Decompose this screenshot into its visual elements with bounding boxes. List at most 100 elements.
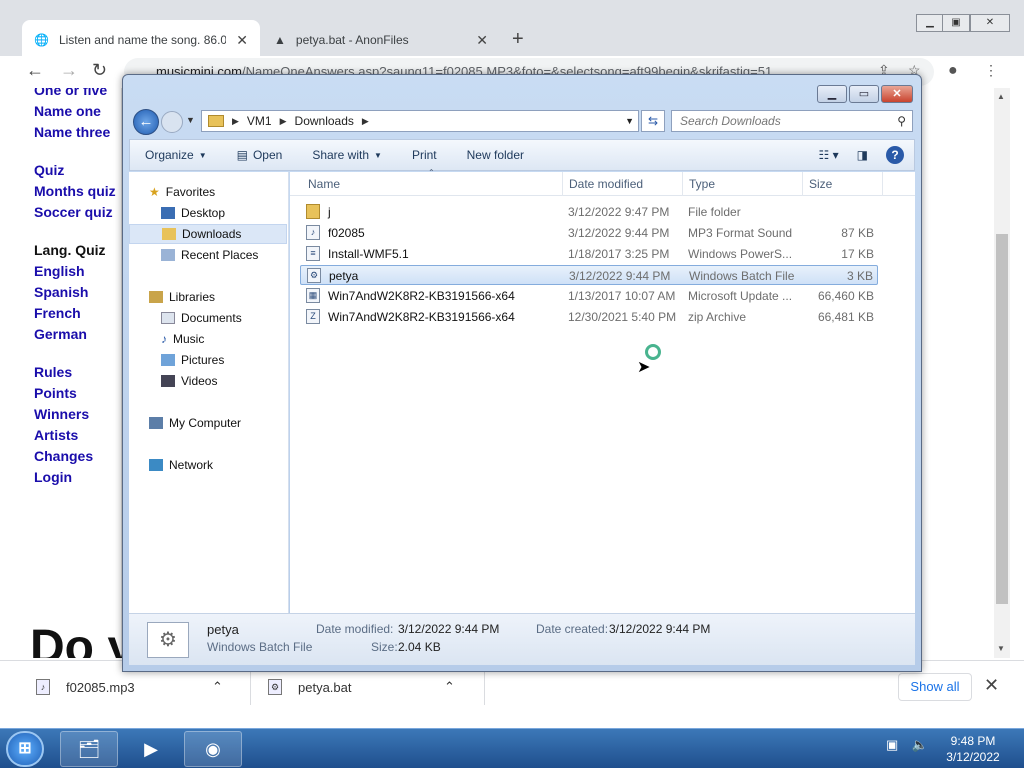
nav-downloads[interactable]: Downloads	[129, 224, 287, 244]
start-button[interactable]: ⊞	[6, 731, 44, 767]
column-date-modified[interactable]: Date modified	[569, 177, 643, 191]
chevron-down-icon[interactable]: ▼	[625, 116, 634, 126]
nav-link[interactable]: Name one	[10, 101, 121, 122]
explorer-taskbar-button[interactable]: 🗂	[60, 731, 118, 767]
nav-network[interactable]: Network	[129, 455, 287, 475]
column-name[interactable]: Name	[308, 177, 340, 191]
nav-link[interactable]: Rules	[10, 362, 121, 383]
file-row[interactable]: Z Win7AndW2K8R2-KB3191566-x64 12/30/2021…	[300, 307, 878, 327]
print-label: Print	[411, 148, 437, 162]
file-row[interactable]: j 3/12/2022 9:47 PM File folder	[300, 202, 878, 222]
minimize-button[interactable]: ▁	[817, 85, 847, 103]
new-folder-button[interactable]: New folder	[452, 148, 539, 162]
address-breadcrumb[interactable]: ▶ VM1 ▶ Downloads ▶ ▼	[201, 110, 639, 132]
file-row[interactable]: ≡ Install-WMF5.1 1/18/2017 3:25 PM Windo…	[300, 244, 878, 264]
system-clock[interactable]: 9:48 PM 3/12/2022	[938, 733, 1008, 765]
volume-icon[interactable]: 🔈	[912, 737, 928, 752]
share-with-button[interactable]: Share with ▼	[297, 148, 397, 162]
breadcrumb-vm1[interactable]: VM1	[247, 114, 272, 128]
organize-button[interactable]: Organize ▼	[130, 148, 222, 162]
menu-dots-icon[interactable]: ⋮	[984, 62, 998, 79]
close-window-button[interactable]: ✕	[881, 85, 913, 103]
nav-pictures[interactable]: Pictures	[129, 350, 287, 370]
print-button[interactable]: Print	[397, 148, 452, 162]
nav-link[interactable]: French	[10, 303, 121, 324]
download-item[interactable]: ⚙ petya.bat ⌃	[268, 673, 455, 701]
scroll-up-icon[interactable]: ▲	[997, 92, 1005, 101]
chevron-right-icon[interactable]: ▶	[232, 116, 239, 127]
chevron-right-icon[interactable]: ▶	[362, 116, 369, 127]
nav-link[interactable]: Artists	[10, 425, 121, 446]
file-row[interactable]: ▦ Win7AndW2K8R2-KB3191566-x64 1/13/2017 …	[300, 286, 878, 306]
search-input[interactable]: Search Downloads ⚲	[671, 110, 913, 132]
breadcrumb-downloads[interactable]: Downloads	[295, 114, 354, 128]
column-type[interactable]: Type	[689, 177, 715, 191]
close-browser-button[interactable]: ✕	[970, 14, 1010, 32]
nav-link[interactable]: Login	[10, 467, 121, 488]
chevron-up-icon[interactable]: ⌃	[212, 679, 223, 695]
refresh-button[interactable]: ⇆	[641, 110, 665, 132]
nav-link[interactable]: One or five	[10, 88, 121, 101]
nav-libraries[interactable]: Libraries	[129, 287, 287, 307]
media-player-taskbar-button[interactable]: ▶	[122, 731, 180, 767]
nav-label: Music	[173, 332, 205, 346]
nav-music[interactable]: ♪ Music	[129, 329, 287, 349]
new-tab-icon[interactable]: +	[512, 28, 524, 51]
download-item[interactable]: ♪ f02085.mp3 ⌃	[36, 673, 223, 701]
clock-date: 3/12/2022	[946, 750, 1000, 764]
recent-pages-dropdown[interactable]: ▼	[186, 115, 195, 125]
tab-anonfiles[interactable]: ▲ petya.bat - AnonFiles ✕	[262, 20, 500, 60]
nav-link[interactable]: Points	[10, 383, 121, 404]
network-icon	[149, 459, 163, 471]
profile-icon[interactable]: ●	[948, 62, 958, 80]
minimize-button[interactable]: ▁	[916, 14, 944, 32]
anonfiles-icon: ▲	[274, 33, 286, 47]
forward-button[interactable]	[161, 111, 183, 133]
nav-videos[interactable]: Videos	[129, 371, 287, 391]
nav-link[interactable]: Months quiz	[10, 181, 121, 202]
nav-link[interactable]: Name three	[10, 122, 121, 143]
maximize-button[interactable]: ▣	[942, 14, 970, 32]
nav-my-computer[interactable]: My Computer	[129, 413, 287, 433]
help-icon[interactable]: ?	[886, 146, 904, 164]
star-icon: ★	[149, 185, 160, 199]
close-tab-icon[interactable]: ✕	[236, 32, 248, 49]
close-tab-icon[interactable]: ✕	[476, 32, 488, 49]
open-label: Open	[252, 148, 283, 162]
nav-documents[interactable]: Documents	[129, 308, 287, 328]
chevron-right-icon[interactable]: ▶	[280, 116, 287, 127]
network-tray-icon[interactable]: ▣	[886, 737, 898, 752]
file-row[interactable]: ♪ f02085 3/12/2022 9:44 PM MP3 Format So…	[300, 223, 878, 243]
nav-favorites[interactable]: ★ Favorites	[129, 182, 287, 202]
file-date: 1/18/2017 3:25 PM	[568, 247, 670, 261]
change-view-icon[interactable]: ☷ ▾	[819, 148, 839, 162]
column-size[interactable]: Size	[809, 177, 832, 191]
nav-link[interactable]: Changes	[10, 446, 121, 467]
open-button[interactable]: ▤ Open	[222, 148, 298, 162]
chrome-taskbar-button[interactable]: ◉	[184, 731, 242, 767]
page-scrollbar[interactable]: ▲ ▼	[994, 88, 1010, 658]
nav-link[interactable]: German	[10, 324, 121, 345]
file-size: 87 KB	[841, 226, 874, 240]
nav-link[interactable]: English	[10, 261, 121, 282]
nav-link[interactable]: Winners	[10, 404, 121, 425]
nav-recent-places[interactable]: Recent Places	[129, 245, 287, 265]
tab-listen-song[interactable]: 🌐 Listen and name the song. 86.00 ✕	[22, 20, 260, 60]
nav-link[interactable]: Quiz	[10, 160, 121, 181]
search-icon: ⚲	[897, 114, 906, 128]
nav-link[interactable]: Spanish	[10, 282, 121, 303]
back-button[interactable]: ←	[133, 109, 159, 135]
file-row[interactable]: ⚙ petya 3/12/2022 9:44 PM Windows Batch …	[300, 265, 878, 285]
scroll-down-icon[interactable]: ▼	[997, 644, 1005, 653]
chevron-up-icon[interactable]: ⌃	[444, 679, 455, 695]
forward-arrow-icon[interactable]: →	[60, 60, 78, 81]
preview-pane-icon[interactable]: ◨	[857, 148, 868, 162]
nav-desktop[interactable]: Desktop	[129, 203, 287, 223]
scroll-thumb[interactable]	[996, 234, 1008, 604]
back-arrow-icon[interactable]: ←	[26, 60, 44, 81]
show-all-button[interactable]: Show all	[898, 673, 972, 701]
nav-link[interactable]: Soccer quiz	[10, 202, 121, 223]
reload-icon[interactable]: ↻	[92, 60, 107, 81]
close-icon[interactable]: ✕	[984, 675, 999, 696]
maximize-button[interactable]: ▭	[849, 85, 879, 103]
